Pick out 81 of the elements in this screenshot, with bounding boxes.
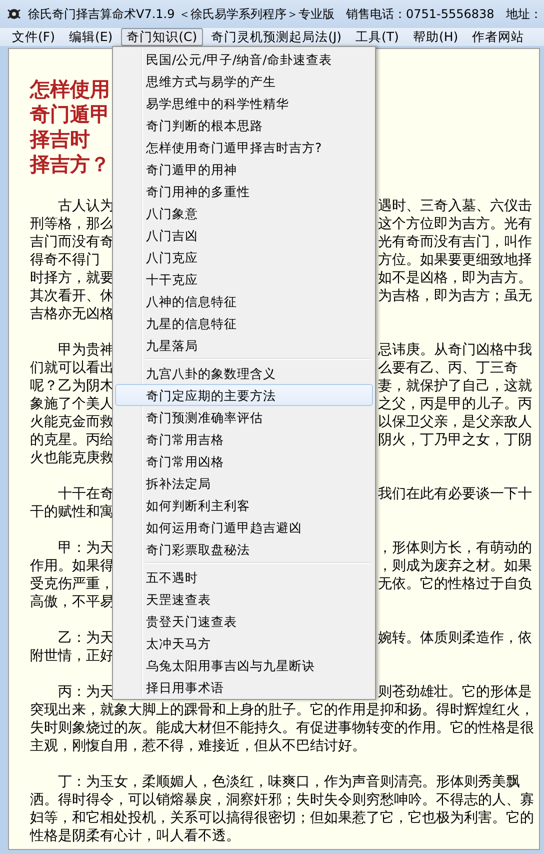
menu-option[interactable]: 九星的信息特征 xyxy=(115,312,373,334)
text-line: 为吉格，即为吉方；虽无 xyxy=(378,287,532,305)
text-line: 火能克金而救 xyxy=(30,413,114,431)
text-line: 作用。如果得 xyxy=(30,557,114,575)
menu-option[interactable]: 拆补法定局 xyxy=(115,472,373,494)
text-line: 忌讳庚。从奇门凶格中我 xyxy=(378,341,532,359)
text-line: 这个方位即为吉方。光有 xyxy=(378,215,532,233)
text-line: 以保卫父亲，是父亲敌人 xyxy=(378,413,532,431)
menu-option[interactable]: 八门吉凶 xyxy=(115,224,373,246)
menu-option[interactable]: 八神的信息特征 xyxy=(115,290,373,312)
heading-line: 怎样使用 xyxy=(30,77,110,102)
text-line: 遇时、三奇入墓、六仪击 xyxy=(378,197,532,215)
text-line: 附世情，正好 xyxy=(30,647,114,665)
text-line: 时择方，就要 xyxy=(30,269,114,287)
menu-option[interactable]: 奇门判断的根本思路 xyxy=(115,114,373,136)
menu-option[interactable]: 奇门定应期的主要方法 xyxy=(115,384,373,406)
text-line: 性格是阴柔有心计，叫人看不透。 xyxy=(30,827,240,845)
text-line: 火也能克庚救 xyxy=(30,449,114,467)
menu-bar-item[interactable]: 编辑(E) xyxy=(62,28,119,46)
menu-option[interactable]: 易学思维中的科学性精华 xyxy=(115,92,373,114)
menu-option[interactable]: 天罡速查表 xyxy=(115,588,373,610)
text-line: 无依。它的性格过于自负 xyxy=(378,575,532,593)
text-line: 象施了个美人 xyxy=(30,395,114,413)
menu-bar-item[interactable]: 文件(F) xyxy=(6,28,61,46)
menu-option[interactable]: 怎样使用奇门遁甲择吉时吉方? xyxy=(115,136,373,158)
menu-option[interactable]: 如何运用奇门遁甲趋吉避凶 xyxy=(115,516,373,538)
heading-line: 择吉方？ xyxy=(30,152,110,177)
menu-option[interactable]: 八门象意 xyxy=(115,202,373,224)
text-line: 主观，刚愎自用，惹不得，难接近，但从不巴结讨好。 xyxy=(30,737,366,755)
text-line: 我们在此有必要谈一下十 xyxy=(378,485,532,503)
menu-option[interactable]: 八门克应 xyxy=(115,246,373,268)
menu-option[interactable]: 九宫八卦的象数理含义 xyxy=(115,362,373,384)
menu-option[interactable]: 思维方式与易学的产生 xyxy=(115,70,373,92)
text-line: 吉格亦无凶格 xyxy=(30,305,114,323)
menu-option[interactable]: 民国/公元/甲子/纳音/命卦速查表 xyxy=(115,48,373,70)
text-line: 婉转。体质则柔造作，依 xyxy=(378,629,532,647)
text-line: 如不是凶格，即为吉方。 xyxy=(378,269,532,287)
menu-option[interactable]: 奇门常用吉格 xyxy=(115,428,373,450)
text-line: 之父，丙是甲的儿子。丙 xyxy=(378,395,532,413)
menu-option[interactable]: 奇门预测准确率评估 xyxy=(115,406,373,428)
menu-option[interactable]: 奇门常用凶格 xyxy=(115,450,373,472)
text-line: 受克伤严重， xyxy=(30,575,114,593)
text-line: 其次看开、休 xyxy=(30,287,114,305)
text-line: 突现出来，就象大脚上的踝骨和上身的肚子。它的作用是抑和扬。得时辉煌红火， xyxy=(30,701,534,719)
menu-option[interactable]: 奇门遁甲的用神 xyxy=(115,158,373,180)
text-line: ，形体则方长，有萌动的 xyxy=(378,539,532,557)
text-line: 吉门而没有奇 xyxy=(30,233,114,251)
menu-bar-item[interactable]: 帮助(H) xyxy=(406,28,464,46)
menu-option[interactable]: 乌兔太阳用事吉凶与九星断诀 xyxy=(115,654,373,676)
text-line: 妻，就保护了自己，这就 xyxy=(378,377,532,395)
menu-bar-item[interactable]: 奇门灵机预测起局法(J) xyxy=(205,28,348,46)
menu-option[interactable]: 五不遇时 xyxy=(115,566,373,588)
menu-option[interactable]: 太冲天马方 xyxy=(115,632,373,654)
text-line: ，则成为废弃之材。如果 xyxy=(378,557,532,575)
menu-option[interactable]: 如何判断利主利客 xyxy=(115,494,373,516)
menu-option[interactable]: 十干克应 xyxy=(115,268,373,290)
window-title: 徐氏奇门择吉算命术V7.1.9 ＜徐氏易学系列程序＞专业版 销售电话：0751-5556838 地址： xyxy=(28,6,542,22)
menu-option[interactable]: 九星落局 xyxy=(115,334,373,356)
text-line: 得奇不得门 xyxy=(30,251,100,269)
text-line: 光有奇而没有吉门，叫作 xyxy=(378,233,532,251)
text-line: 失时则象烧过的灰。能成大材但不能持久。有促进事物转变的作用。它的性格是很 xyxy=(30,719,534,737)
text-line: 妇等，和它相处投机，关系可以搞得很密切；但如果惹了它，它也极为利害。它的 xyxy=(30,809,534,827)
app-icon xyxy=(6,6,22,22)
menu-bar-item[interactable]: 作者网站 xyxy=(466,28,530,46)
text-line: 阴火，丁乃甲之女，丁阴 xyxy=(378,431,532,449)
text-line: 十干在奇 xyxy=(57,485,114,503)
menu-option[interactable]: 贵登天门速查表 xyxy=(115,610,373,632)
text-line: 么要有乙、丙、丁三奇 xyxy=(378,359,518,377)
menu-option[interactable]: 奇门彩票取盘秘法 xyxy=(115,538,373,560)
text-line: 们就可以看出 xyxy=(30,359,114,377)
menu-option[interactable]: 择日用事术语 xyxy=(115,676,373,698)
menu-bar-item[interactable]: 工具(T) xyxy=(350,28,405,46)
text-line: 则苍劲雄壮。它的形体是 xyxy=(378,683,532,701)
text-line: 的克星。丙给 xyxy=(30,431,114,449)
heading-line: 奇门遁甲 xyxy=(30,102,110,127)
text-line: 丁：为玉女，柔顺媚人，色淡红，味爽口，作为声音则清亮。形体则秀美飘 xyxy=(57,773,520,791)
menu-bar-item[interactable]: 奇门知识(C) xyxy=(120,28,204,46)
text-line: 洒。得时得令，可以销熔暴戾，洞察奸邪；失时失令则穷愁呻吟。不得志的人、寡 xyxy=(30,791,534,809)
text-line: 方位。如果要更细致地择 xyxy=(378,251,532,269)
heading-line: 择吉时 xyxy=(30,127,90,152)
menu-option[interactable]: 奇门用神的多重性 xyxy=(115,180,373,202)
